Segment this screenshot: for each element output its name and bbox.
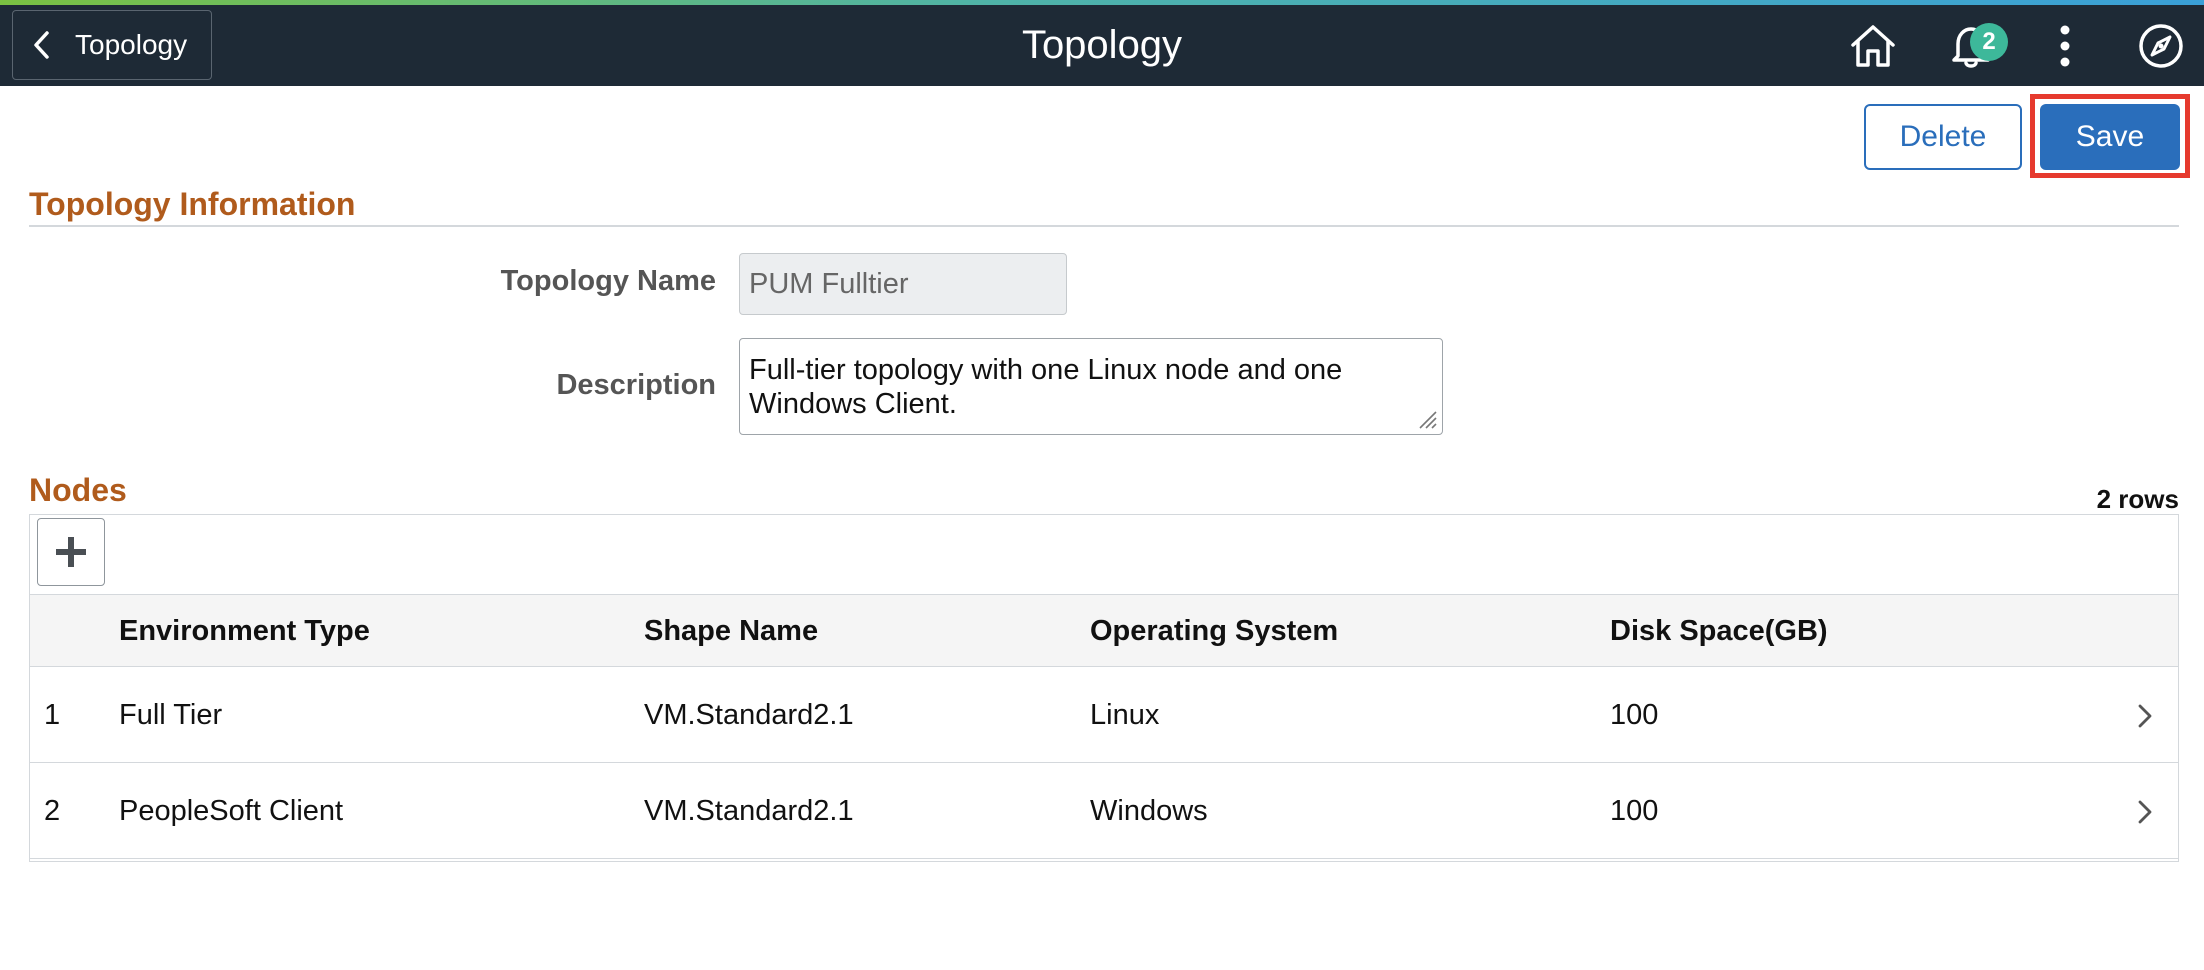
column-header-disk-space: Disk Space(GB) [1610,615,1828,647]
topology-information-heading: Topology Information [29,186,356,222]
cell-environment-type: Full Tier [119,699,223,731]
chevron-right-icon[interactable] [2134,703,2156,729]
cell-operating-system: Windows [1090,795,1208,827]
cell-disk-space: 100 [1610,699,1659,731]
cell-environment-type: PeopleSoft Client [119,795,344,827]
home-icon[interactable] [1846,19,1900,73]
section-divider [29,225,2179,227]
nodes-heading: Nodes [29,472,127,508]
save-button[interactable]: Save [2040,104,2180,170]
more-vertical-icon[interactable] [2038,19,2092,73]
app-header: Topology Topology 2 [0,5,2204,86]
description-textarea[interactable]: Full-tier topology with one Linux node a… [739,338,1443,435]
table-row[interactable]: 2 PeopleSoft Client VM.Standard2.1 Windo… [30,763,2178,859]
cell-shape-name: VM.Standard2.1 [644,795,854,827]
column-header-environment-type: Environment Type [119,615,370,647]
resize-handle-icon[interactable] [1416,408,1438,430]
chevron-left-icon [31,30,61,60]
back-button-label: Topology [75,29,188,60]
grid-toolbar [30,515,2178,595]
description-label: Description [556,369,716,401]
row-count: 2 rows [2096,484,2179,514]
plus-icon [56,537,86,567]
topology-name-field: PUM Fulltier [739,253,1067,315]
column-header-shape-name: Shape Name [644,615,819,647]
delete-button[interactable]: Delete [1864,104,2022,170]
topology-name-label: Topology Name [500,265,716,297]
table-row[interactable]: 1 Full Tier VM.Standard2.1 Linux 100 [30,667,2178,763]
cell-shape-name: VM.Standard2.1 [644,699,854,731]
column-header-operating-system: Operating System [1090,615,1339,647]
back-button[interactable]: Topology [12,10,212,80]
row-number: 2 [44,795,61,827]
grid-header-row: Environment Type Shape Name Operating Sy… [30,595,2178,667]
cell-disk-space: 100 [1610,795,1659,827]
description-text: Full-tier topology with one Linux node a… [749,354,1343,420]
compass-icon[interactable] [2134,19,2188,73]
cell-operating-system: Linux [1090,699,1160,731]
row-number: 1 [44,699,61,731]
add-row-button[interactable] [37,518,105,586]
chevron-right-icon[interactable] [2134,799,2156,825]
nodes-grid: Environment Type Shape Name Operating Sy… [29,514,2179,862]
notification-badge: 2 [1970,23,2008,61]
